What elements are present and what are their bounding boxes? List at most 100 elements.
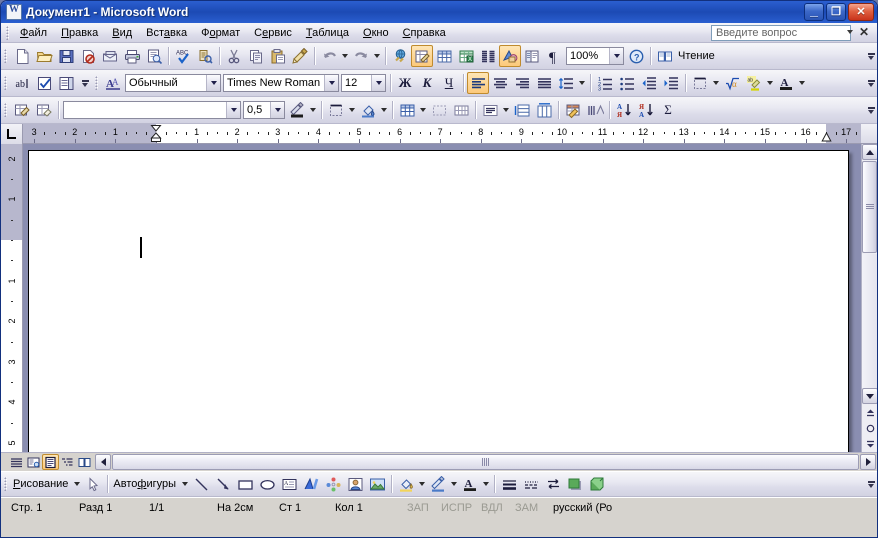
copy-button[interactable] [245,45,267,67]
scroll-up-button[interactable] [862,144,877,160]
insert-table-button[interactable] [396,99,418,121]
arrow-style-button[interactable] [542,473,564,495]
menu-tools[interactable]: Сервис [247,25,299,41]
web-layout-view-button[interactable] [25,454,42,470]
undo-dropdown-icon[interactable] [340,45,350,67]
menu-edit[interactable]: Правка [54,25,105,41]
menu-grip[interactable] [6,25,9,40]
document-page[interactable] [28,150,849,452]
zoom-dropdown-icon[interactable] [609,48,623,64]
show-formatting-button[interactable]: ¶ [543,45,565,67]
line-weight-dropdown-icon[interactable] [270,102,284,118]
drop-down-form-field-button[interactable] [55,72,77,94]
styles-and-formatting-button[interactable]: AA [102,72,124,94]
align-cell-button[interactable] [479,99,501,121]
insert-table-button[interactable] [433,45,455,67]
wordart-button[interactable] [300,473,322,495]
print-preview-button[interactable] [143,45,165,67]
vertical-scroll-track[interactable] [862,254,877,388]
decrease-indent-button[interactable] [638,72,660,94]
columns-button[interactable] [477,45,499,67]
split-cells-button[interactable] [450,99,472,121]
open-button[interactable] [33,45,55,67]
email-button[interactable] [99,45,121,67]
status-column[interactable]: Кол 1 [335,502,407,514]
status-extend-selection[interactable]: ВДЛ [481,502,515,514]
rectangle-button[interactable] [234,473,256,495]
ask-a-question-dropdown-icon[interactable] [847,30,853,34]
help-button[interactable]: ? [625,45,647,67]
menu-window[interactable]: Окно [356,25,396,41]
tables-toolbar-overflow-button[interactable] [865,99,877,121]
document-canvas[interactable] [23,144,861,452]
check-box-form-field-button[interactable] [33,72,55,94]
text-form-field-button[interactable]: ab [11,72,33,94]
shading-color-button[interactable] [357,99,379,121]
equation-button[interactable]: α [721,72,743,94]
select-objects-button[interactable] [82,473,104,495]
outside-border-button[interactable] [689,72,711,94]
oval-button[interactable] [256,473,278,495]
paste-button[interactable] [267,45,289,67]
status-language[interactable]: русский (Ро [553,502,643,514]
scroll-left-button[interactable] [95,454,111,470]
status-page[interactable]: Стр. 1 [11,502,79,514]
status-track-changes[interactable]: ИСПР [441,502,481,514]
table-autoformat-button[interactable] [562,99,584,121]
bold-button[interactable]: Ж [394,72,416,94]
reading-layout-view-button[interactable] [76,454,93,470]
draw-menu-button[interactable]: Рисование [11,478,72,490]
vertical-scrollbar[interactable] [861,144,877,452]
bulleted-list-button[interactable] [616,72,638,94]
permission-button[interactable] [77,45,99,67]
draw-table-button[interactable] [11,99,33,121]
picture-button[interactable] [366,473,388,495]
fill-color-dropdown-icon[interactable] [417,473,427,495]
research-button[interactable] [194,45,216,67]
vertical-scroll-thumb[interactable] [862,161,877,253]
insert-excel-sheet-button[interactable]: X [455,45,477,67]
status-position-at[interactable]: На 2см [217,502,279,514]
italic-button[interactable]: К [416,72,438,94]
minimize-button[interactable]: _ [804,3,824,21]
style-dropdown-icon[interactable] [206,75,220,91]
font-size-dropdown-icon[interactable] [371,75,385,91]
outside-border-button[interactable] [325,99,347,121]
numbered-list-button[interactable]: 123 [594,72,616,94]
menu-format[interactable]: Формат [194,25,247,41]
menu-help[interactable]: Справка [396,25,453,41]
autosum-button[interactable]: Σ [657,99,679,121]
undo-button[interactable] [318,45,340,67]
align-right-button[interactable] [511,72,533,94]
align-justify-button[interactable] [533,72,555,94]
cut-button[interactable] [223,45,245,67]
distribute-columns-button[interactable] [533,99,555,121]
redo-button[interactable] [350,45,372,67]
fill-color-button[interactable] [395,473,417,495]
arrow-button[interactable] [212,473,234,495]
ask-a-question-input[interactable]: Введите вопрос [711,25,851,41]
close-document-button[interactable]: ✕ [857,26,871,40]
left-tab-icon[interactable] [1,124,23,144]
redo-dropdown-icon[interactable] [372,45,382,67]
reading-button-label[interactable]: Чтение [676,50,719,62]
line-style-dropdown-icon[interactable] [226,102,240,118]
scroll-right-button[interactable] [860,454,876,470]
font-dropdown-icon[interactable] [324,75,338,91]
print-layout-view-button[interactable] [42,454,59,470]
line-weight-combo[interactable]: 0,5 [243,101,285,119]
menu-file[interactable]: Файл [13,25,54,41]
underline-button[interactable]: Ч [438,72,460,94]
forms-toolbar-grip[interactable] [4,76,7,90]
menu-insert[interactable]: Вставка [139,25,194,41]
menu-view[interactable]: Вид [105,25,139,41]
outside-border-dropdown-icon[interactable] [347,99,357,121]
font-color-button[interactable]: A [459,473,481,495]
maximize-button[interactable]: ❐ [826,3,846,21]
align-center-button[interactable] [489,72,511,94]
change-text-direction-button[interactable] [584,99,606,121]
insert-table-dropdown-icon[interactable] [418,99,428,121]
autoshapes-dropdown-icon[interactable] [180,473,190,495]
reading-layout-icon[interactable] [654,45,676,67]
zoom-combo[interactable]: 100% [566,47,624,65]
